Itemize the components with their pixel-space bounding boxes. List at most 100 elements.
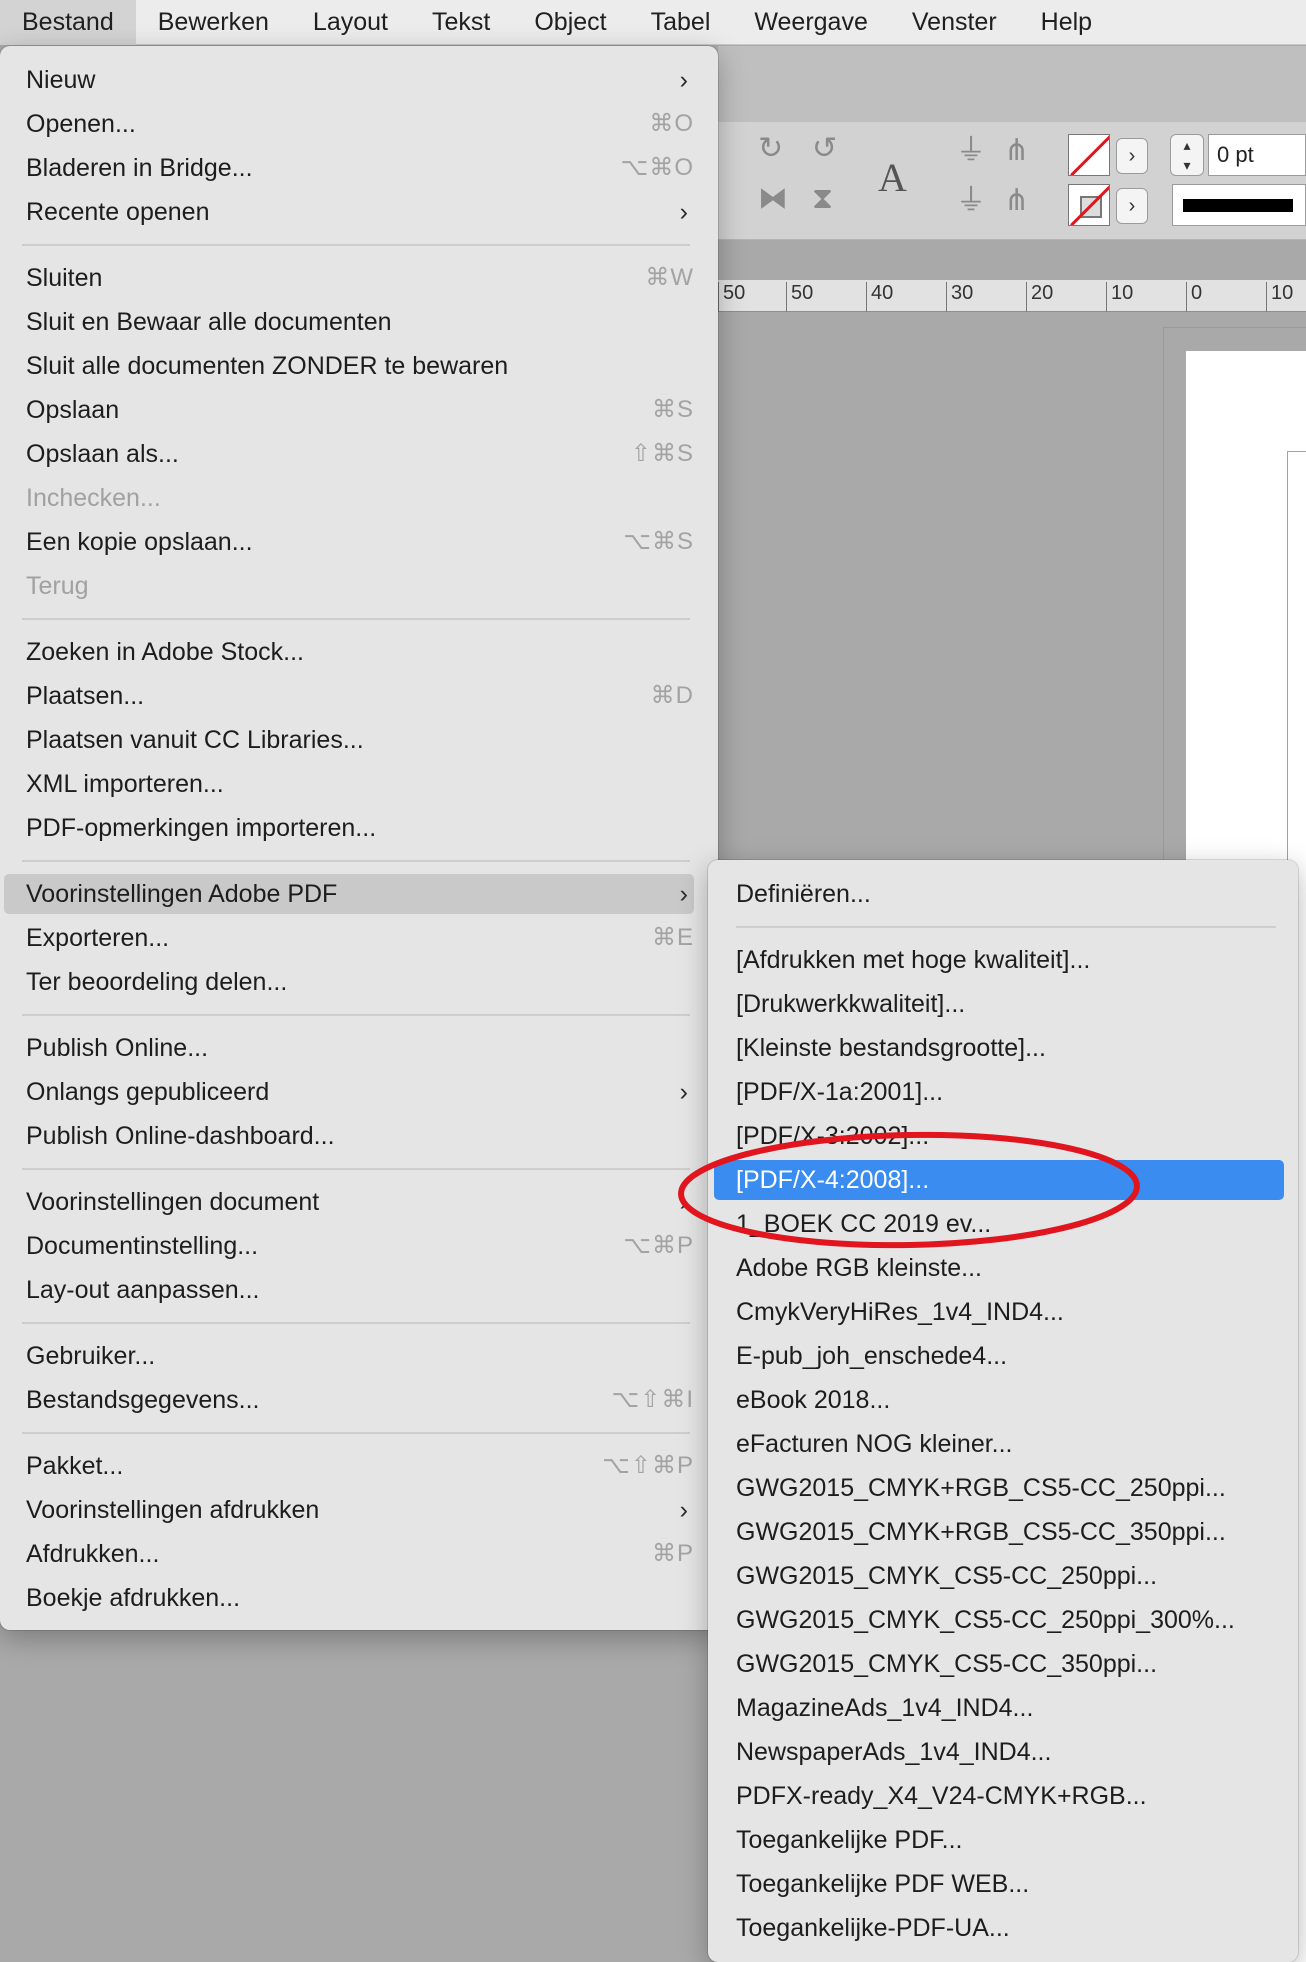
menu-item-opslaan-als[interactable]: Opslaan als... ⇧⌘S: [4, 434, 694, 474]
menu-item-label: Lay-out aanpassen...: [26, 1276, 260, 1304]
shortcut-label: ⌘P: [651, 1540, 694, 1567]
menu-help[interactable]: Help: [1019, 0, 1114, 45]
type-on-path-icon[interactable]: A: [878, 158, 907, 198]
submenu-item-preset[interactable]: [Drukwerkkwaliteit]...: [714, 984, 1284, 1024]
submenu-item-preset[interactable]: 1_BOEK CC 2019 ev...: [714, 1204, 1284, 1244]
menu-item-voorinstellingen-adobe-pdf[interactable]: Voorinstellingen Adobe PDF ›: [4, 874, 694, 914]
menu-item-label: Opslaan als...: [26, 440, 179, 468]
menu-separator: [22, 1432, 690, 1434]
menu-item-label: Afdrukken...: [26, 1540, 160, 1568]
stroke-swatch-none-icon[interactable]: [1068, 184, 1110, 226]
select-content-icon[interactable]: ⏚: [956, 186, 986, 216]
menu-item-nieuw[interactable]: Nieuw ›: [4, 60, 694, 100]
menu-item-plaatsen[interactable]: Plaatsen... ⌘D: [4, 676, 694, 716]
menu-separator: [736, 926, 1276, 928]
menu-item-label: Gebruiker...: [26, 1342, 156, 1370]
menu-venster[interactable]: Venster: [890, 0, 1019, 45]
menu-item-label: Ter beoordeling delen...: [26, 968, 288, 996]
submenu-item-preset[interactable]: Toegankelijke PDF WEB...: [714, 1864, 1284, 1904]
menu-item-sluit-en-bewaar[interactable]: Sluit en Bewaar alle documenten: [4, 302, 694, 342]
menu-item-kopie-opslaan[interactable]: Een kopie opslaan... ⌥⌘S: [4, 522, 694, 562]
submenu-item-preset[interactable]: GWG2015_CMYK_CS5-CC_350ppi...: [714, 1644, 1284, 1684]
submenu-item-preset[interactable]: E-pub_joh_enschede4...: [714, 1336, 1284, 1376]
submenu-item-preset[interactable]: [Afdrukken met hoge kwaliteit]...: [714, 940, 1284, 980]
submenu-item-preset[interactable]: Adobe RGB kleinste...: [714, 1248, 1284, 1288]
menu-item-publish-online-dashboard[interactable]: Publish Online-dashboard...: [4, 1116, 694, 1156]
submenu-item-preset[interactable]: [PDF/X-3:2002]...: [714, 1116, 1284, 1156]
menu-tekst[interactable]: Tekst: [410, 0, 512, 45]
submenu-item-preset[interactable]: [Kleinste bestandsgrootte]...: [714, 1028, 1284, 1068]
control-panel: ↻ ↺ ⧓ ⧗ A ⏚ ⋔ ⏚ ⋔ › › ▴ ▾ 0 pt: [718, 122, 1306, 240]
menu-item-label: Onlangs gepubliceerd: [26, 1078, 270, 1106]
menu-bewerken[interactable]: Bewerken: [136, 0, 291, 45]
menu-bestand[interactable]: Bestand: [0, 0, 136, 45]
menu-item-ter-beoordeling[interactable]: Ter beoordeling delen...: [4, 962, 694, 1002]
submenu-item-preset[interactable]: eBook 2018...: [714, 1380, 1284, 1420]
submenu-item-preset[interactable]: MagazineAds_1v4_IND4...: [714, 1688, 1284, 1728]
menu-item-sluit-zonder-bewaren[interactable]: Sluit alle documenten ZONDER te bewaren: [4, 346, 694, 386]
stroke-weight-stepper[interactable]: ▴ ▾: [1170, 134, 1204, 176]
menu-item-documentinstelling[interactable]: Documentinstelling... ⌥⌘P: [4, 1226, 694, 1266]
submenu-item-preset-selected[interactable]: [PDF/X-4:2008]...: [714, 1160, 1284, 1200]
submenu-item-preset[interactable]: GWG2015_CMYK_CS5-CC_250ppi_300%...: [714, 1600, 1284, 1640]
menu-item-bladeren-in-bridge[interactable]: Bladeren in Bridge... ⌥⌘O: [4, 148, 694, 188]
submenu-item-definieren[interactable]: Definiëren...: [714, 874, 1284, 914]
menu-item-boekje-afdrukken[interactable]: Boekje afdrukken...: [4, 1578, 694, 1618]
select-container-icon[interactable]: ⏚: [956, 136, 986, 166]
flip-vertical-icon[interactable]: ⧗: [812, 184, 833, 214]
submenu-item-preset[interactable]: GWG2015_CMYK_CS5-CC_250ppi...: [714, 1556, 1284, 1596]
menu-item-publish-online[interactable]: Publish Online...: [4, 1028, 694, 1068]
menu-item-opslaan[interactable]: Opslaan ⌘S: [4, 390, 694, 430]
menu-item-onlangs-gepubliceerd[interactable]: Onlangs gepubliceerd ›: [4, 1072, 694, 1112]
menu-item-pakket[interactable]: Pakket... ⌥⇧⌘P: [4, 1446, 694, 1486]
pdf-presets-submenu: Definiëren... [Afdrukken met hoge kwalit…: [708, 860, 1298, 1962]
submenu-item-preset[interactable]: eFacturen NOG kleiner...: [714, 1424, 1284, 1464]
menu-item-gebruiker[interactable]: Gebruiker...: [4, 1336, 694, 1376]
menu-item-xml-importeren[interactable]: XML importeren...: [4, 764, 694, 804]
menu-item-label: Documentinstelling...: [26, 1232, 259, 1260]
shortcut-label: ⌥⌘S: [623, 528, 694, 555]
submenu-item-preset[interactable]: [PDF/X-1a:2001]...: [714, 1072, 1284, 1112]
submenu-item-preset[interactable]: GWG2015_CMYK+RGB_CS5-CC_350ppi...: [714, 1512, 1284, 1552]
menu-item-pdf-opmerkingen[interactable]: PDF-opmerkingen importeren...: [4, 808, 694, 848]
submenu-item-preset[interactable]: Toegankelijke-PDF-UA...: [714, 1908, 1284, 1948]
menu-layout[interactable]: Layout: [291, 0, 410, 45]
menu-item-label: Plaatsen vanuit CC Libraries...: [26, 726, 364, 754]
submenu-item-preset[interactable]: GWG2015_CMYK+RGB_CS5-CC_250ppi...: [714, 1468, 1284, 1508]
menu-item-zoeken-adobe-stock[interactable]: Zoeken in Adobe Stock...: [4, 632, 694, 672]
rotate-clockwise-icon[interactable]: ↻: [758, 134, 783, 164]
menu-item-label: Voorinstellingen document: [26, 1188, 320, 1216]
stroke-dropdown-chevron-icon[interactable]: ›: [1116, 188, 1148, 224]
menu-item-plaatsen-cc-libraries[interactable]: Plaatsen vanuit CC Libraries...: [4, 720, 694, 760]
submenu-item-preset[interactable]: PDFX-ready_X4_V24-CMYK+RGB...: [714, 1776, 1284, 1816]
select-previous-icon[interactable]: ⋔: [1004, 136, 1029, 166]
menu-item-voorinstellingen-document[interactable]: Voorinstellingen document ›: [4, 1182, 694, 1222]
menu-item-exporteren[interactable]: Exporteren... ⌘E: [4, 918, 694, 958]
menu-item-label: Exporteren...: [26, 924, 170, 952]
menu-object[interactable]: Object: [512, 0, 628, 45]
submenu-item-preset[interactable]: NewspaperAds_1v4_IND4...: [714, 1732, 1284, 1772]
menu-item-bestandsgegevens[interactable]: Bestandsgegevens... ⌥⇧⌘I: [4, 1380, 694, 1420]
menu-item-label: PDF-opmerkingen importeren...: [26, 814, 377, 842]
menu-item-openen[interactable]: Openen... ⌘O: [4, 104, 694, 144]
shortcut-label: ⌥⌘O: [620, 154, 694, 181]
stroke-type-select[interactable]: [1172, 184, 1306, 226]
submenu-chevron-icon: ›: [679, 880, 688, 908]
menu-item-label: Een kopie opslaan...: [26, 528, 253, 556]
stroke-weight-input[interactable]: 0 pt: [1208, 134, 1306, 176]
menu-item-lay-out-aanpassen[interactable]: Lay-out aanpassen...: [4, 1270, 694, 1310]
flip-horizontal-icon[interactable]: ⧓: [758, 184, 788, 214]
menu-tabel[interactable]: Tabel: [629, 0, 733, 45]
submenu-item-preset[interactable]: Toegankelijke PDF...: [714, 1820, 1284, 1860]
rotate-counterclockwise-icon[interactable]: ↺: [812, 134, 837, 164]
menu-weergave[interactable]: Weergave: [732, 0, 890, 45]
menu-item-afdrukken[interactable]: Afdrukken... ⌘P: [4, 1534, 694, 1574]
submenu-item-preset[interactable]: CmykVeryHiRes_1v4_IND4...: [714, 1292, 1284, 1332]
menu-item-recente-openen[interactable]: Recente openen ›: [4, 192, 694, 232]
fill-dropdown-chevron-icon[interactable]: ›: [1116, 138, 1148, 174]
menu-item-voorinstellingen-afdrukken[interactable]: Voorinstellingen afdrukken ›: [4, 1490, 694, 1530]
menu-separator: [22, 618, 690, 620]
select-next-icon[interactable]: ⋔: [1004, 186, 1029, 216]
fill-swatch-none-icon[interactable]: [1068, 134, 1110, 176]
menu-item-sluiten[interactable]: Sluiten ⌘W: [4, 258, 694, 298]
